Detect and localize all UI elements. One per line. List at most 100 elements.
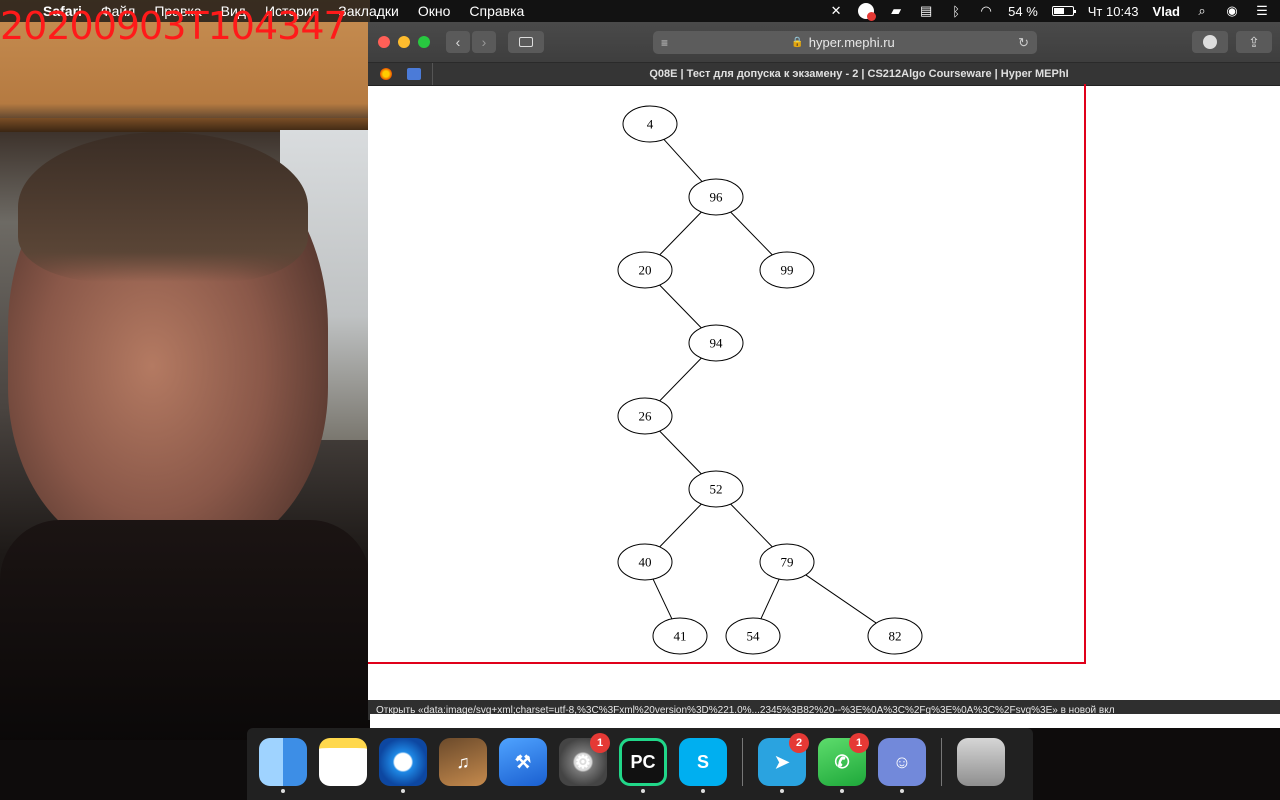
reader-mode-icon[interactable]: ≡ xyxy=(661,36,668,50)
share-button[interactable]: ⇪ xyxy=(1236,31,1272,53)
back-button[interactable]: ‹ xyxy=(446,31,470,53)
pinned-tab-2[interactable] xyxy=(402,63,426,85)
tree-node-82: 82 xyxy=(867,617,923,655)
dock-skype[interactable]: S xyxy=(678,736,728,793)
tree-node-label: 4 xyxy=(647,117,654,132)
safari-window: ‹ › ≡ 🔒 hyper.mephi.ru ↻ ⇪ Q08E | Тест д… xyxy=(368,22,1280,720)
bluetooth-icon[interactable]: ᛒ xyxy=(948,4,964,19)
tree-node-40: 40 xyxy=(617,543,673,581)
notes-icon xyxy=(319,738,367,786)
sidebar-icon xyxy=(519,37,533,47)
binary-tree-diagram[interactable]: 4 96 20 99 94 26 52 40 79 41 54 82 xyxy=(368,86,1086,666)
lock-icon: 🔒 xyxy=(791,37,804,48)
pycharm-icon: PC xyxy=(619,738,667,786)
menu-window[interactable]: Окно xyxy=(418,3,451,19)
tree-node-label: 20 xyxy=(639,263,652,278)
person-hair xyxy=(18,132,308,282)
dock-facetime[interactable]: ✆ 1 xyxy=(817,733,869,793)
tab-bar: Q08E | Тест для допуска к экзамену - 2 |… xyxy=(368,62,1280,86)
person-shirt xyxy=(0,520,370,740)
tree-node-52: 52 xyxy=(688,470,744,508)
tree-node-54: 54 xyxy=(725,617,781,655)
tree-node-label: 52 xyxy=(710,482,723,497)
dock-divider xyxy=(941,738,942,786)
menu-help[interactable]: Справка xyxy=(469,3,524,19)
dock-pycharm[interactable]: PC xyxy=(618,736,668,793)
tree-node-79: 79 xyxy=(759,543,815,581)
battery-icon[interactable] xyxy=(1051,6,1076,16)
notification-badge: 1 xyxy=(590,733,610,753)
tree-edge-40-41 xyxy=(652,578,673,620)
tree-node-26: 26 xyxy=(617,397,673,435)
no-sound-icon[interactable]: ✕ xyxy=(828,3,844,18)
notification-center-icon[interactable]: ☰ xyxy=(1254,3,1270,18)
dock-garageband[interactable]: ♫ xyxy=(438,736,488,788)
tree-edge-20-94 xyxy=(659,284,702,329)
finder-icon xyxy=(259,738,307,786)
dock-telegram[interactable]: ➤ 2 xyxy=(757,733,809,793)
chat-favicon-icon xyxy=(407,68,421,80)
running-indicator xyxy=(840,789,844,793)
user-name[interactable]: Vlad xyxy=(1153,4,1180,19)
reload-icon[interactable]: ↻ xyxy=(1018,35,1029,51)
running-indicator xyxy=(401,789,405,793)
tree-edge-52-79 xyxy=(730,503,773,548)
chat-icon[interactable]: ▰ xyxy=(888,3,904,18)
tree-edge-79-82 xyxy=(805,574,877,624)
tree-node-label: 54 xyxy=(747,629,761,644)
address-bar[interactable]: ≡ 🔒 hyper.mephi.ru ↻ xyxy=(653,31,1037,54)
tree-edge-52-40 xyxy=(659,503,702,548)
menu-bookmarks[interactable]: Закладки xyxy=(338,3,399,19)
tree-edge-94-26 xyxy=(659,357,702,402)
battery-percent[interactable]: 54 % xyxy=(1008,4,1038,19)
wifi-icon[interactable]: ◠ xyxy=(978,3,994,18)
tree-edge-4-96 xyxy=(663,139,703,182)
pinned-tab-1[interactable] xyxy=(374,63,398,85)
minimize-window-button[interactable] xyxy=(398,36,410,48)
share-icon: ⇪ xyxy=(1248,33,1260,50)
siri-icon[interactable]: ◉ xyxy=(1224,3,1240,18)
tree-node-96: 96 xyxy=(688,178,744,216)
dock-safari[interactable] xyxy=(378,736,428,793)
notification-badge: 1 xyxy=(849,733,869,753)
tree-node-99: 99 xyxy=(759,251,815,289)
flag-icon[interactable]: ▤ xyxy=(918,3,934,18)
downloads-button[interactable] xyxy=(1192,31,1228,53)
tree-edge-96-99 xyxy=(730,211,773,256)
dock-discord[interactable]: ☺ xyxy=(877,736,927,793)
webcam-overlay xyxy=(0,0,370,740)
active-tab-title[interactable]: Q08E | Тест для допуска к экзамену - 2 |… xyxy=(438,68,1280,80)
dock-trash[interactable] xyxy=(956,736,1006,788)
spotlight-search-icon[interactable]: ⌕ xyxy=(1194,3,1210,18)
running-indicator xyxy=(701,789,705,793)
dock-finder[interactable] xyxy=(258,736,308,793)
clock[interactable]: Чт 10:43 xyxy=(1088,4,1139,19)
address-host-text: hyper.mephi.ru xyxy=(808,35,895,50)
address-host[interactable]: 🔒 hyper.mephi.ru xyxy=(791,35,894,50)
xcode-icon: ⚒ xyxy=(499,738,547,786)
tree-node-label: 41 xyxy=(674,629,687,644)
skype-icon: S xyxy=(679,738,727,786)
fullscreen-window-button[interactable] xyxy=(418,36,430,48)
running-indicator xyxy=(641,789,645,793)
dock-divider xyxy=(742,738,743,786)
history-nav: ‹ › xyxy=(446,31,496,53)
dock-notes[interactable] xyxy=(318,736,368,788)
sidebar-toggle-button[interactable] xyxy=(508,31,544,53)
close-window-button[interactable] xyxy=(378,36,390,48)
safari-icon xyxy=(379,738,427,786)
running-indicator xyxy=(900,789,904,793)
tree-node-label: 40 xyxy=(639,555,652,570)
tree-node-label: 96 xyxy=(710,190,724,205)
garageband-icon: ♫ xyxy=(439,738,487,786)
toolbar-right: ⇪ xyxy=(1192,31,1272,53)
notification-app-icon[interactable] xyxy=(858,3,877,21)
recording-timestamp: 20200903T104347 xyxy=(0,4,348,48)
running-indicator xyxy=(281,789,285,793)
dock-xcode[interactable]: ⚒ xyxy=(498,736,548,788)
tree-edge-26-52 xyxy=(659,430,702,475)
dock-system-preferences[interactable]: ⚙ 1 xyxy=(558,733,610,788)
forward-button[interactable]: › xyxy=(472,31,496,53)
trash-icon xyxy=(957,738,1005,786)
tree-node-label: 79 xyxy=(781,555,794,570)
